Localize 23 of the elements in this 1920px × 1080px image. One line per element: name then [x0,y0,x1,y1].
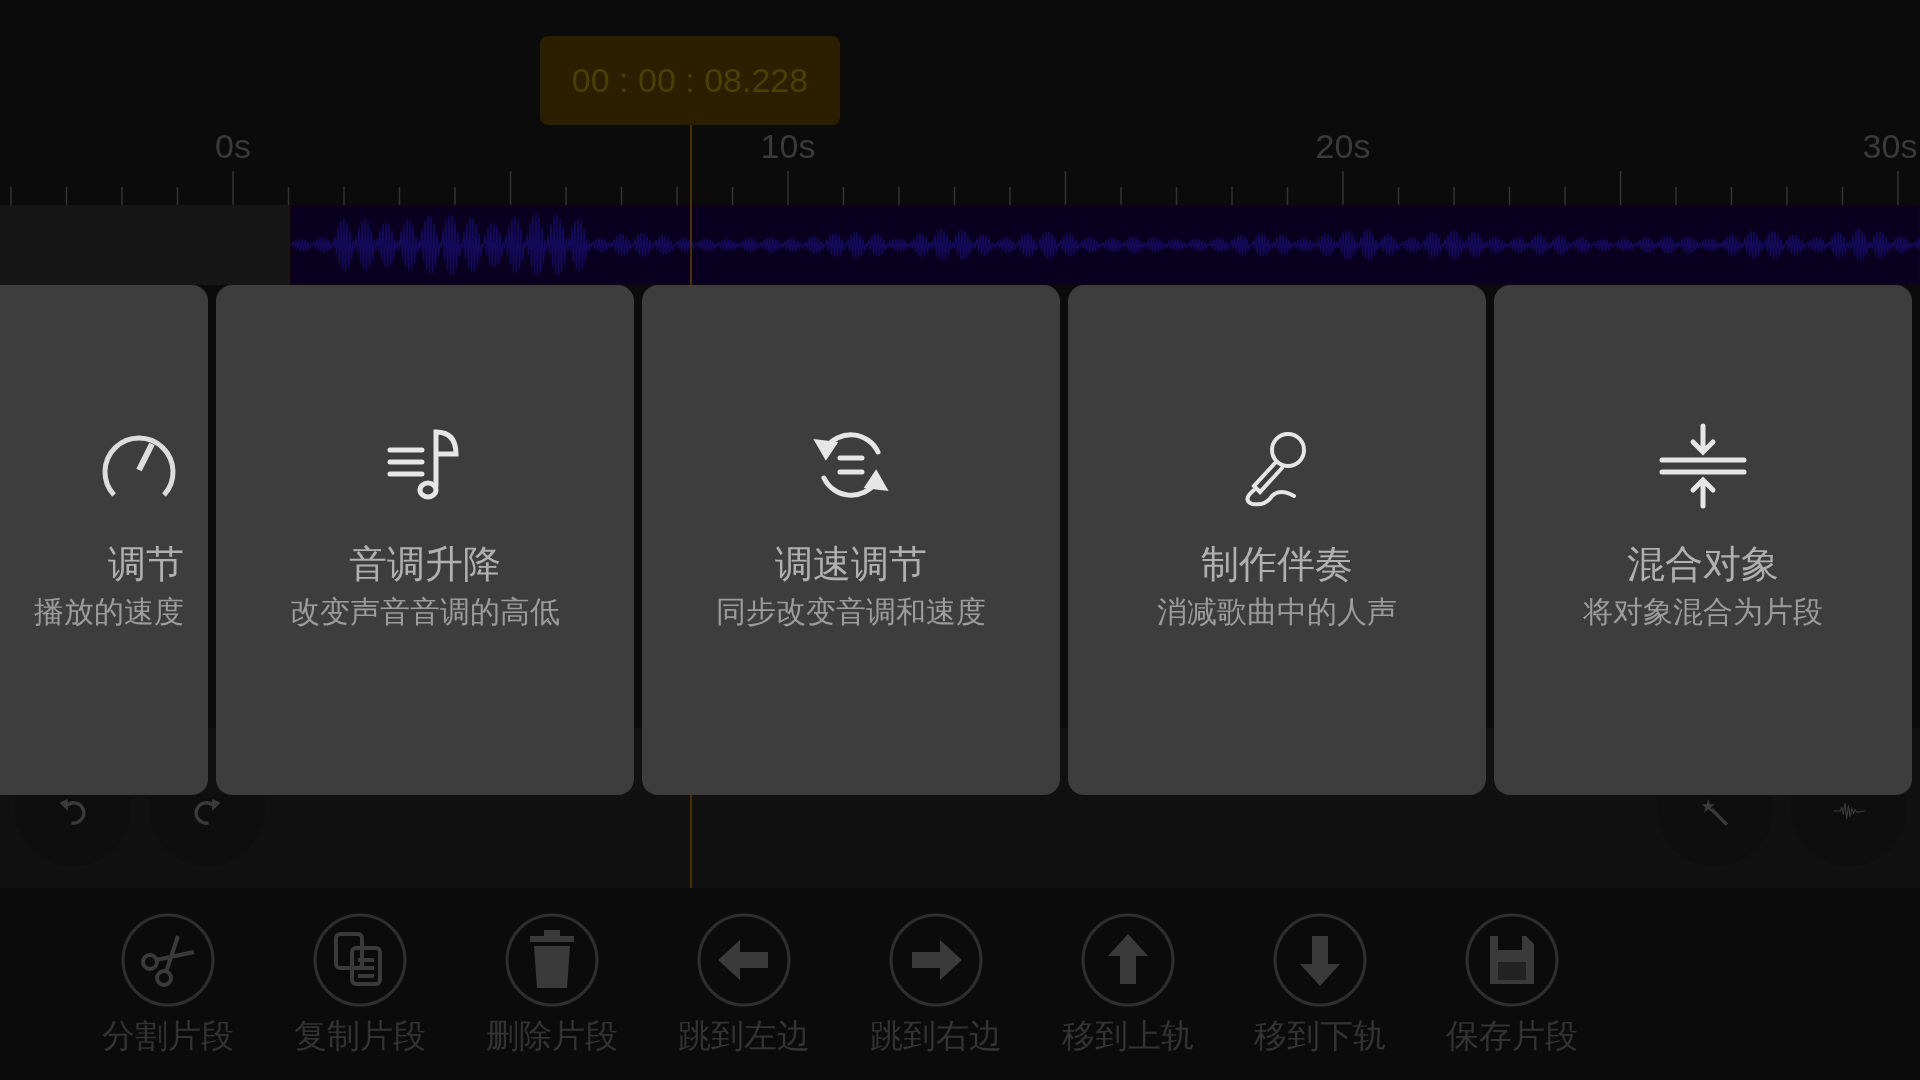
arrow-left-icon [696,912,792,1008]
save-icon [1464,912,1560,1008]
arrow-up-icon [1080,912,1176,1008]
copy-icon [312,912,408,1008]
card-subtitle: 将对象混合为片段 [1583,593,1823,631]
card-title: 调节 [108,541,184,588]
card-title: 音调升降 [349,541,501,588]
scissors-icon [120,912,216,1008]
effect-card[interactable]: 混合对象 将对象混合为片段 [1494,285,1912,795]
card-subtitle: 消减歌曲中的人声 [1157,593,1397,631]
effect-card[interactable]: 调节 播放的速度 [0,285,208,795]
arrow-right-icon [888,912,984,1008]
card-subtitle: 播放的速度 [34,593,184,631]
effect-card[interactable]: 调速调节 同步改变音调和速度 [642,285,1060,795]
arrow-down-icon [1272,912,1368,1008]
effect-card[interactable]: 制作伴奏 消减歌曲中的人声 [1068,285,1486,795]
card-subtitle: 同步改变音调和速度 [716,593,986,631]
card-title: 混合对象 [1627,541,1779,588]
card-title: 制作伴奏 [1201,541,1353,588]
card-title: 调速调节 [775,541,927,588]
card-subtitle: 改变声音音调的高低 [290,593,560,631]
effect-card[interactable]: 音调升降 改变声音音调的高低 [216,285,634,795]
trash-icon [504,912,600,1008]
